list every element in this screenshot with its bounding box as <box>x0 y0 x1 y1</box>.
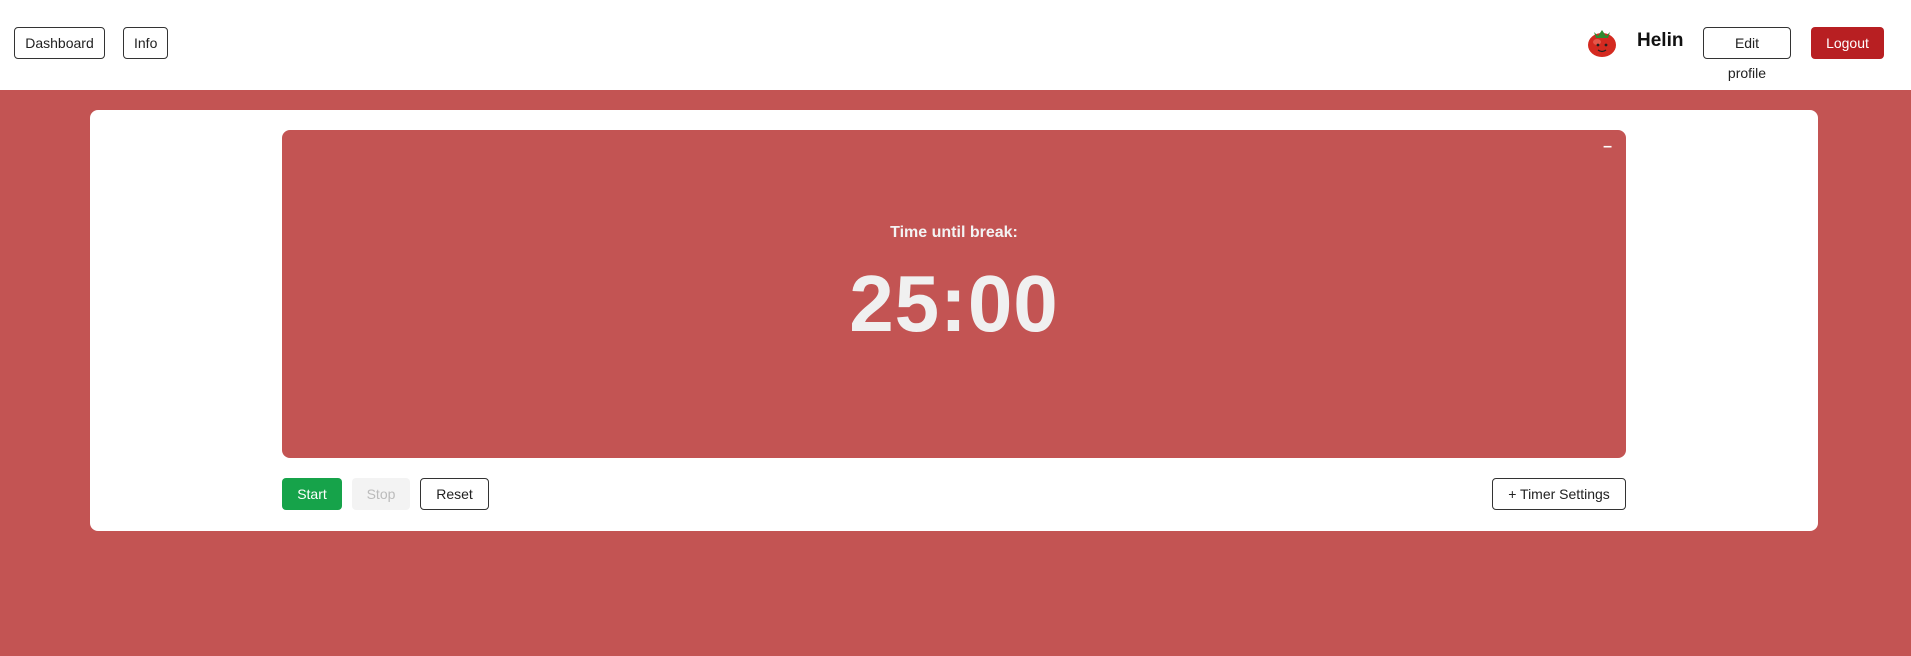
timer-card: – Time until break: 25:00 Start Stop Res… <box>90 110 1818 531</box>
start-button[interactable]: Start <box>282 478 342 510</box>
timer-label: Time until break: <box>890 224 1018 241</box>
top-navbar: Dashboard Info Helin Edit profile Logout <box>0 0 1911 90</box>
user-name: Helin <box>1637 30 1684 51</box>
timer-countdown: 25:00 <box>849 259 1059 348</box>
reset-button[interactable]: Reset <box>420 478 489 510</box>
stop-button[interactable]: Stop <box>352 478 410 510</box>
logout-button[interactable]: Logout <box>1811 27 1884 59</box>
dashboard-button[interactable]: Dashboard <box>14 27 105 59</box>
timer-settings-button[interactable]: + Timer Settings <box>1492 478 1626 510</box>
edit-profile-button[interactable]: Edit profile <box>1703 27 1791 81</box>
info-button[interactable]: Info <box>123 27 168 59</box>
minimize-button[interactable]: – <box>1603 138 1612 156</box>
tomato-icon <box>1588 30 1616 57</box>
timer-panel: – Time until break: 25:00 <box>282 130 1626 458</box>
